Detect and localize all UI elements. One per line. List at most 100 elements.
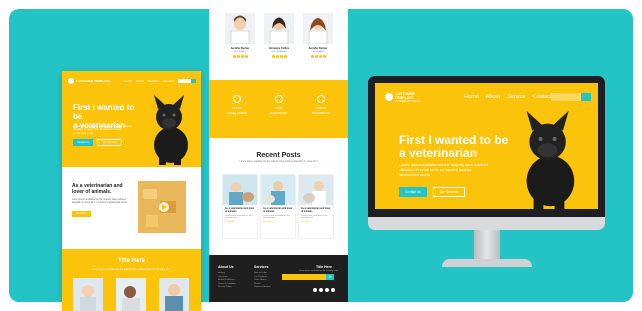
facebook-icon[interactable]: [313, 288, 317, 292]
nav-service[interactable]: Service: [507, 94, 525, 100]
nav-home[interactable]: Home: [464, 94, 479, 100]
footer-link[interactable]: Privacy Policy: [218, 286, 236, 290]
stat-item: PERFEC Recruitment: [303, 95, 339, 115]
stat-item: MEDIC Experiences: [261, 95, 297, 115]
brand-name: CUSTOMER TEMPLATE: [76, 79, 110, 83]
brand-tagline: VETERINARY CLINIC: [394, 99, 421, 103]
social-icons: [225, 55, 255, 58]
about-title: As a veterinarian and lover of animals.: [72, 183, 132, 195]
team-member-role: VETERINARY: [233, 51, 247, 53]
service-thumbnail[interactable]: [116, 278, 146, 311]
nav-services[interactable]: Services: [148, 79, 160, 83]
services-title: Title Here: [117, 258, 146, 264]
read-more-button[interactable]: Read More: [72, 211, 92, 217]
service-thumbnail[interactable]: [159, 278, 189, 311]
services-button[interactable]: Our Services: [97, 139, 122, 146]
hero-section: CUSTOMER TEMPLATE Home About Services Co…: [62, 71, 201, 167]
nav-menu: Home About Service Contact: [464, 94, 551, 100]
read-more-link[interactable]: Read More: [261, 219, 295, 225]
twitter-icon[interactable]: [275, 55, 279, 58]
social-icons: [264, 55, 294, 58]
stat-value: Happy Clients: [226, 111, 247, 115]
footer-link[interactable]: Payment Method: [254, 286, 271, 290]
avatar: [303, 13, 333, 44]
post-title: As a veterinarian and lover of animals: [301, 208, 331, 213]
footer-services-title: Services: [254, 265, 269, 269]
search-input[interactable]: [551, 93, 591, 101]
monitor-screen: CUSTOMER TEMPLATE VETERINARY CLINIC Home…: [375, 83, 598, 209]
post-card[interactable]: As a veterinarian and lover of animals L…: [261, 175, 295, 238]
post-image: [299, 175, 333, 205]
facebook-icon[interactable]: [310, 55, 314, 58]
logo[interactable]: CUSTOMER TEMPLATE VETERINARY CLINIC: [385, 92, 434, 103]
team-member-card[interactable]: Ginnanne Collins VETERINARIAN: [264, 13, 294, 58]
team-member-name: Jennifer Becker: [230, 47, 250, 50]
monitor-stand-neck: [474, 230, 500, 262]
linkedin-icon[interactable]: [283, 55, 287, 58]
team-member-card[interactable]: Jennifer Becker VETERINARY: [225, 13, 255, 58]
service-thumbnail[interactable]: [73, 278, 103, 311]
hero-description: Lorem ipsum available but the majority h…: [399, 163, 488, 177]
post-image: [223, 175, 257, 205]
heart-icon: [233, 95, 241, 103]
contact-button[interactable]: Contact Us: [73, 139, 94, 146]
newsletter-input[interactable]: ➤: [282, 274, 334, 280]
instagram-icon[interactable]: [240, 55, 244, 58]
brand-name: CUSTOMER TEMPLATE: [394, 91, 415, 100]
posts-title: Recent Posts: [256, 152, 301, 159]
nav-contact[interactable]: Contact: [532, 94, 551, 100]
instagram-icon[interactable]: [318, 55, 322, 58]
nav-about[interactable]: About: [486, 94, 500, 100]
instagram-icon[interactable]: [279, 55, 283, 58]
stats-section: CLIENT Happy Clients MEDIC Experiences P…: [209, 80, 348, 138]
footer-services-links: How to Order Our Products Order Status P…: [254, 272, 271, 290]
footer-social-icons: [313, 288, 335, 292]
search-icon[interactable]: [581, 93, 591, 101]
services-section: Title Here Lorem ipsum available but the…: [62, 249, 201, 311]
hero-buttons: Contact Us Our Services: [399, 187, 466, 197]
twitter-icon[interactable]: [236, 55, 240, 58]
posts-subtitle: Lorem ipsum available but the majority h…: [239, 161, 318, 163]
footer-newsletter-text: Lorem ipsum available but the majority h…: [298, 270, 338, 272]
twitter-icon[interactable]: [319, 288, 323, 292]
footer-about-links: History Our Team Brand Guidelines Terms …: [218, 272, 236, 290]
footer-newsletter-title: Title Here: [316, 265, 332, 269]
landing-page-mockup: CUSTOMER TEMPLATE Home About Services Co…: [62, 71, 201, 311]
nav-about[interactable]: About: [136, 79, 144, 83]
nav-menu: Home About Services Contact: [124, 79, 174, 83]
search-icon[interactable]: [191, 79, 196, 83]
post-card[interactable]: As a veterinarian and lover of animals L…: [223, 175, 257, 238]
nav-home[interactable]: Home: [124, 79, 132, 83]
avatar: [264, 13, 294, 44]
read-more-link[interactable]: Read More: [223, 219, 257, 225]
facebook-icon[interactable]: [271, 55, 275, 58]
logo[interactable]: CUSTOMER TEMPLATE: [68, 78, 110, 84]
social-icons: [303, 55, 333, 58]
paw-icon: [68, 78, 74, 84]
youtube-icon[interactable]: [331, 288, 335, 292]
post-title: As a veterinarian and lover of animals: [225, 208, 255, 213]
send-icon[interactable]: ➤: [326, 274, 334, 280]
instagram-icon[interactable]: [325, 288, 329, 292]
monitor-stand-base: [442, 259, 532, 267]
linkedin-icon[interactable]: [244, 55, 248, 58]
hero-buttons: Contact Us Our Services: [73, 139, 122, 146]
paw-icon: [385, 93, 393, 101]
twitter-icon[interactable]: [314, 55, 318, 58]
about-section: As a veterinarian and lover of animals. …: [62, 167, 201, 249]
search-input[interactable]: [178, 79, 196, 83]
stat-label: CLIENT: [232, 107, 242, 110]
nav-contact[interactable]: Contact: [163, 79, 173, 83]
team-member-card[interactable]: Jennifer Becker VETERINARY: [303, 13, 333, 58]
linkedin-icon[interactable]: [322, 55, 326, 58]
content-page-mockup: Jennifer Becker VETERINARY Ginnanne Coll…: [209, 9, 348, 302]
facebook-icon[interactable]: [232, 55, 236, 58]
stat-value: Recruitment: [312, 111, 330, 115]
contact-button[interactable]: Contact Us: [399, 187, 427, 197]
monitor-frame: CUSTOMER TEMPLATE VETERINARY CLINIC Home…: [368, 76, 605, 230]
services-button[interactable]: Our Services: [432, 187, 466, 197]
stat-item: CLIENT Happy Clients: [219, 95, 255, 115]
about-description: Lorem ipsum available but the majority h…: [72, 199, 127, 204]
post-card[interactable]: As a veterinarian and lover of animals L…: [299, 175, 333, 238]
read-more-link[interactable]: Read More: [299, 219, 333, 225]
